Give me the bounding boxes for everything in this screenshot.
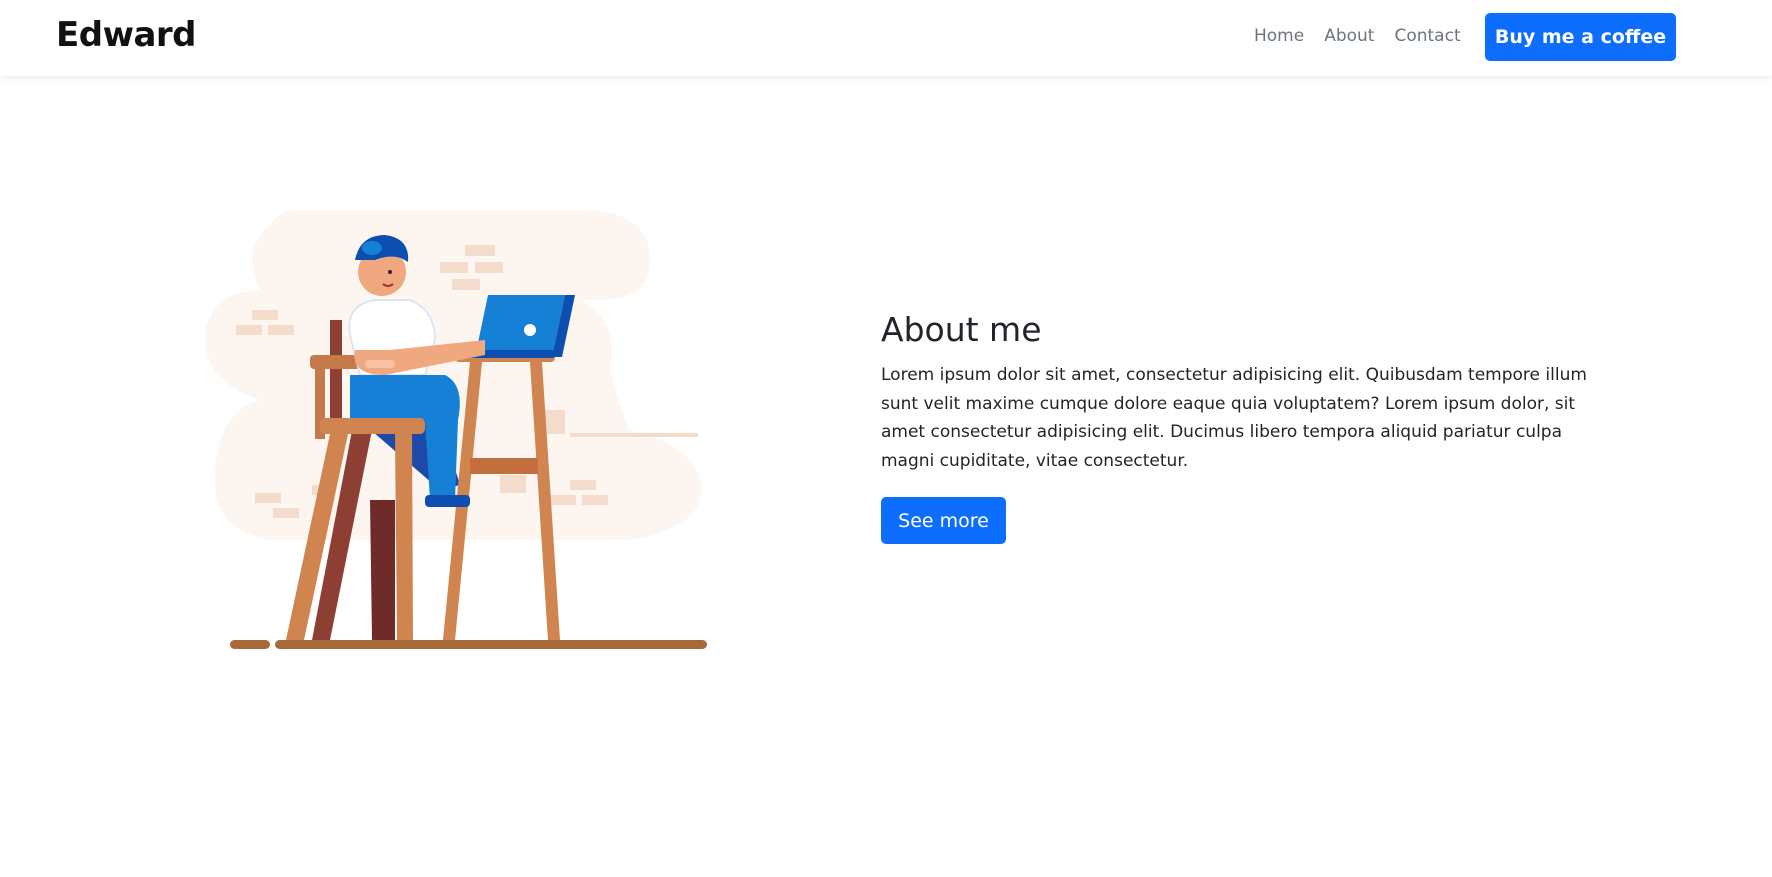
brand-logo[interactable]: Edward <box>56 15 197 55</box>
about-title: About me <box>881 310 1042 349</box>
navbar: Edward Home About Contact Buy me a coffe… <box>0 0 1772 76</box>
nav-link-contact[interactable]: Contact <box>1384 24 1470 48</box>
nav-links: Home About Contact <box>1240 24 1471 48</box>
about-section: About me Lorem ipsum dolor sit amet, con… <box>881 310 1601 544</box>
about-body: Lorem ipsum dolor sit amet, consectetur … <box>881 365 1587 471</box>
nav-link-home[interactable]: Home <box>1240 24 1314 48</box>
nav-link-about[interactable]: About <box>1314 24 1384 48</box>
buy-coffee-button[interactable]: Buy me a coffee <box>1485 13 1676 61</box>
see-more-button[interactable]: See more <box>881 497 1006 544</box>
person-with-laptop-illustration <box>200 200 710 660</box>
